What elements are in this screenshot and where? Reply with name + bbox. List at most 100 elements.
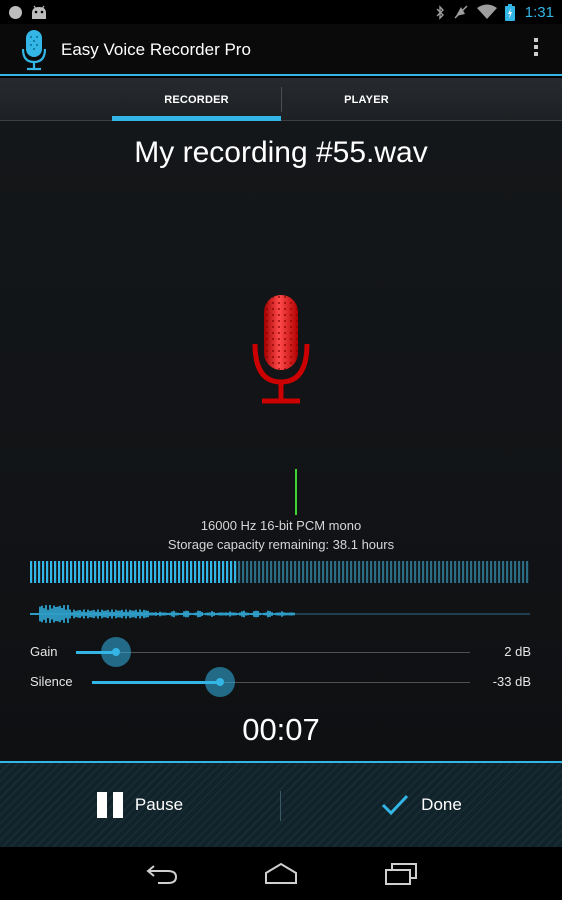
action-bar: Easy Voice Recorder Pro bbox=[0, 24, 562, 76]
mute-icon bbox=[454, 5, 468, 19]
recording-file-name: My recording #55.wav bbox=[134, 136, 428, 169]
level-meter-bar bbox=[474, 561, 477, 583]
level-meter-bar bbox=[150, 561, 153, 583]
microphone-icon[interactable] bbox=[22, 29, 46, 71]
recent-apps-icon[interactable] bbox=[383, 861, 419, 887]
level-meter-bar bbox=[274, 561, 277, 583]
level-meter-bar bbox=[234, 561, 237, 583]
done-button[interactable]: Done bbox=[281, 763, 562, 847]
level-meter-bar bbox=[226, 561, 229, 583]
pause-icon bbox=[96, 792, 123, 818]
pause-button[interactable]: Pause bbox=[0, 763, 280, 847]
level-meter-bar bbox=[154, 561, 157, 583]
level-meter-bar bbox=[146, 561, 149, 583]
gain-slider-thumb[interactable] bbox=[101, 637, 131, 667]
level-meter-bar bbox=[430, 561, 433, 583]
playhead bbox=[295, 469, 297, 515]
recorder-panel: My recording #55.wav 16000 Hz 16-bit PCM… bbox=[0, 121, 562, 761]
level-meter-bar bbox=[174, 561, 177, 583]
silence-label: Silence bbox=[30, 674, 73, 689]
level-meter-bar bbox=[390, 561, 393, 583]
level-meter-bar bbox=[86, 561, 89, 583]
status-time: 1:31 bbox=[524, 3, 554, 21]
home-icon[interactable] bbox=[263, 861, 299, 887]
checkmark-icon bbox=[382, 794, 409, 816]
level-meter-bar bbox=[482, 561, 485, 583]
level-meter-bar bbox=[466, 561, 469, 583]
level-meter-bar bbox=[366, 561, 369, 583]
level-meter-bar bbox=[170, 561, 173, 583]
level-meter-bar bbox=[134, 561, 137, 583]
level-meter-bar bbox=[222, 561, 225, 583]
level-meter-bar bbox=[70, 561, 73, 583]
level-meter-bar bbox=[106, 561, 109, 583]
level-meter-bar bbox=[30, 561, 33, 583]
level-meter-bar bbox=[462, 561, 465, 583]
elapsed-time: 00:07 bbox=[242, 712, 320, 747]
level-meter-bar bbox=[378, 561, 381, 583]
level-meter-bar bbox=[254, 561, 257, 583]
back-icon[interactable] bbox=[144, 861, 180, 887]
tab-player[interactable]: PLAYER bbox=[282, 78, 451, 121]
gain-track[interactable] bbox=[76, 652, 470, 653]
level-meter-bar bbox=[218, 561, 221, 583]
level-meter-bar bbox=[486, 561, 489, 583]
level-meter-bar bbox=[306, 561, 309, 583]
wifi-icon bbox=[476, 4, 497, 19]
level-meter-bar bbox=[318, 561, 321, 583]
level-meter-bar bbox=[98, 561, 101, 583]
level-meter-bar bbox=[38, 561, 41, 583]
gain-label: Gain bbox=[30, 644, 58, 659]
storage-remaining: Storage capacity remaining: 38.1 hours bbox=[167, 537, 395, 552]
level-meter-bar bbox=[394, 561, 397, 583]
level-meter-bar bbox=[182, 561, 185, 583]
level-meter-bar bbox=[350, 561, 353, 583]
level-meter-bar bbox=[334, 561, 337, 583]
level-meter-bar bbox=[426, 561, 429, 583]
notification-dot-icon bbox=[9, 6, 22, 19]
level-meter-bar bbox=[374, 561, 377, 583]
level-meter-bar bbox=[314, 561, 317, 583]
level-meter-bar bbox=[158, 561, 161, 583]
waveform bbox=[30, 605, 530, 623]
level-meter-bar bbox=[410, 561, 413, 583]
level-meter-bar bbox=[62, 561, 65, 583]
level-meter-bar bbox=[498, 561, 501, 583]
level-meter-bar bbox=[94, 561, 97, 583]
level-meter-bar bbox=[382, 561, 385, 583]
level-meter-bar bbox=[470, 561, 473, 583]
level-meter-bar bbox=[178, 561, 181, 583]
tab-recorder[interactable]: RECORDER bbox=[112, 78, 281, 121]
level-meter-bar bbox=[54, 561, 57, 583]
level-meter-bar bbox=[358, 561, 361, 583]
level-meter-bar bbox=[162, 561, 165, 583]
silence-slider-thumb[interactable] bbox=[205, 667, 235, 697]
silence-value: -33 dB bbox=[492, 674, 531, 689]
gain-value: 2 dB bbox=[504, 644, 531, 659]
level-meter-bar bbox=[198, 561, 201, 583]
level-meter-bar bbox=[138, 561, 141, 583]
level-meter-bar bbox=[230, 561, 233, 583]
level-meter-bar bbox=[490, 561, 493, 583]
level-meter-bar bbox=[262, 561, 265, 583]
level-meter-bar bbox=[434, 561, 437, 583]
level-meter-bar bbox=[122, 561, 125, 583]
battery-icon bbox=[504, 3, 515, 21]
level-meter-bar bbox=[210, 561, 213, 583]
level-meter-bar bbox=[126, 561, 129, 583]
level-meter-bar bbox=[514, 561, 517, 583]
overflow-menu-icon[interactable] bbox=[532, 38, 540, 60]
level-meter-bar bbox=[414, 561, 417, 583]
level-meter-bar bbox=[242, 561, 245, 583]
level-meter-bar bbox=[446, 561, 449, 583]
level-meter-bar bbox=[46, 561, 49, 583]
level-meter-bar bbox=[258, 561, 261, 583]
level-meter-bar bbox=[142, 561, 145, 583]
level-meter-bar bbox=[386, 561, 389, 583]
level-meter-bar bbox=[338, 561, 341, 583]
level-meter bbox=[30, 561, 529, 583]
level-meter-bar bbox=[214, 561, 217, 583]
level-meter-bar bbox=[78, 561, 81, 583]
level-meter-bar bbox=[342, 561, 345, 583]
level-meter-bar bbox=[370, 561, 373, 583]
